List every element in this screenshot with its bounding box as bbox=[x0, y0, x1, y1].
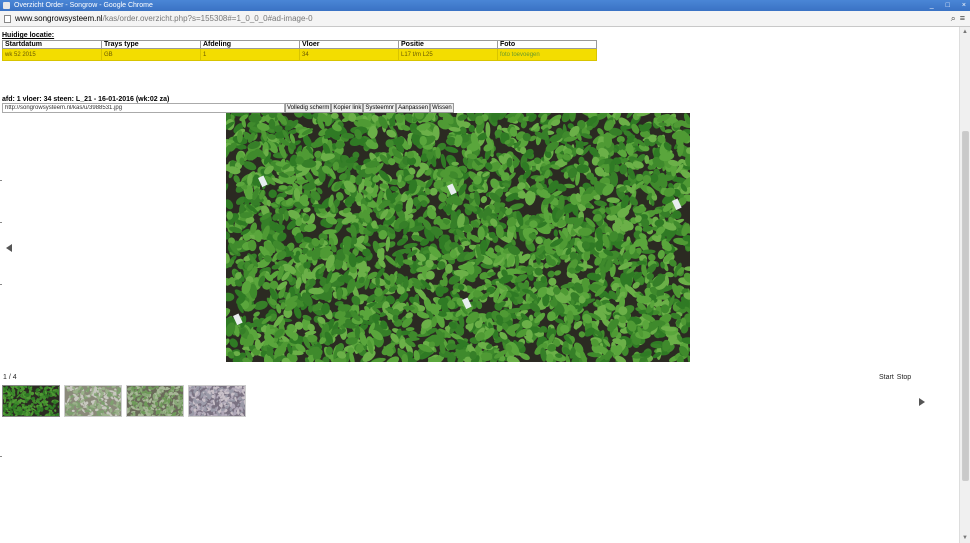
minimize-button[interactable]: _ bbox=[930, 0, 934, 11]
scrollbar-thumb[interactable] bbox=[962, 131, 969, 481]
zoom-icon[interactable]: ⌕ bbox=[951, 13, 956, 24]
window-titlebar: Overzicht Order - Songrow - Google Chrom… bbox=[0, 0, 970, 11]
url-path: /kas/order.overzicht.php?s=155308#=1_0_0… bbox=[102, 14, 313, 23]
thumbnail-image bbox=[189, 386, 245, 416]
cell-trays-type: GB bbox=[101, 48, 201, 61]
chrome-icon bbox=[3, 2, 10, 9]
location-heading: Huidige locatie: bbox=[2, 32, 55, 39]
main-photo[interactable] bbox=[226, 113, 690, 362]
col-positie: Positie bbox=[398, 40, 498, 49]
thumbnail-2[interactable] bbox=[64, 385, 122, 417]
image-counter: 1 / 4 bbox=[3, 374, 17, 381]
image-toolbar: Volledig scherm Kopier link Systeemnr Aa… bbox=[2, 103, 454, 113]
seedling-photo bbox=[226, 113, 690, 362]
thumbnail-image bbox=[3, 386, 59, 416]
page-icon bbox=[4, 15, 11, 23]
col-foto: Foto bbox=[497, 40, 597, 49]
col-vloer: Vloer bbox=[299, 40, 399, 49]
scroll-up-icon[interactable]: ▲ bbox=[962, 29, 968, 35]
cell-afdeling: 1 bbox=[200, 48, 300, 61]
thumbnail-3[interactable] bbox=[126, 385, 184, 417]
slideshow-controls: Start Stop bbox=[879, 374, 911, 381]
edge-marker bbox=[0, 284, 2, 285]
cell-positie: L17 t/m L25 bbox=[398, 48, 498, 61]
delete-button[interactable]: Wissen bbox=[430, 103, 454, 113]
cell-vloer: 34 bbox=[299, 48, 399, 61]
start-link[interactable]: Start bbox=[879, 374, 894, 381]
cell-startdatum: wk 52 2015 bbox=[2, 48, 102, 61]
url-host: www.songrowsysteem.nl bbox=[15, 14, 103, 23]
location-table: Startdatum Trays type Afdeling Vloer Pos… bbox=[2, 40, 597, 61]
photo-caption: afd: 1 vloer: 34 steen: L_21 - 16-01-201… bbox=[2, 96, 170, 103]
foto-toevoegen-link[interactable]: foto toevoegen bbox=[497, 48, 597, 61]
copy-link-button[interactable]: Kopier link bbox=[331, 103, 364, 113]
url-text[interactable]: www.songrowsysteem.nl/kas/order.overzich… bbox=[15, 13, 313, 25]
maximize-button[interactable]: □ bbox=[946, 0, 950, 11]
location-data-row: wk 52 2015 GB 1 34 L17 t/m L25 foto toev… bbox=[2, 48, 597, 61]
fullscreen-button[interactable]: Volledig scherm bbox=[285, 103, 332, 113]
edge-marker bbox=[0, 180, 2, 181]
window-title: Overzicht Order - Songrow - Google Chrom… bbox=[14, 2, 153, 9]
thumbnail-image bbox=[65, 386, 121, 416]
previous-image-arrow-icon[interactable] bbox=[6, 244, 12, 252]
thumbnail-image bbox=[127, 386, 183, 416]
thumbnail-1[interactable] bbox=[2, 385, 60, 417]
vertical-scrollbar[interactable]: ▲ ▼ bbox=[959, 27, 970, 543]
col-startdatum: Startdatum bbox=[2, 40, 102, 49]
col-trays-type: Trays type bbox=[101, 40, 201, 49]
thumbnail-4[interactable] bbox=[188, 385, 246, 417]
image-url-field[interactable] bbox=[2, 103, 285, 113]
address-actions: ⌕ ≡ bbox=[951, 13, 965, 24]
edit-button[interactable]: Aanpassen bbox=[396, 103, 431, 113]
close-button[interactable]: × bbox=[962, 0, 966, 11]
scroll-down-icon[interactable]: ▼ bbox=[962, 535, 968, 541]
location-header-row: Startdatum Trays type Afdeling Vloer Pos… bbox=[2, 40, 597, 49]
window-controls: _ □ × bbox=[930, 0, 966, 11]
col-afdeling: Afdeling bbox=[200, 40, 300, 49]
menu-icon[interactable]: ≡ bbox=[960, 13, 965, 24]
edge-marker bbox=[0, 222, 2, 223]
edge-marker bbox=[0, 456, 2, 457]
system-number-button[interactable]: Systeemnr bbox=[363, 103, 397, 113]
stop-link[interactable]: Stop bbox=[897, 374, 911, 381]
next-image-arrow-icon[interactable] bbox=[919, 398, 925, 406]
thumbnail-strip bbox=[2, 385, 246, 417]
address-bar[interactable]: www.songrowsysteem.nl/kas/order.overzich… bbox=[0, 11, 970, 27]
